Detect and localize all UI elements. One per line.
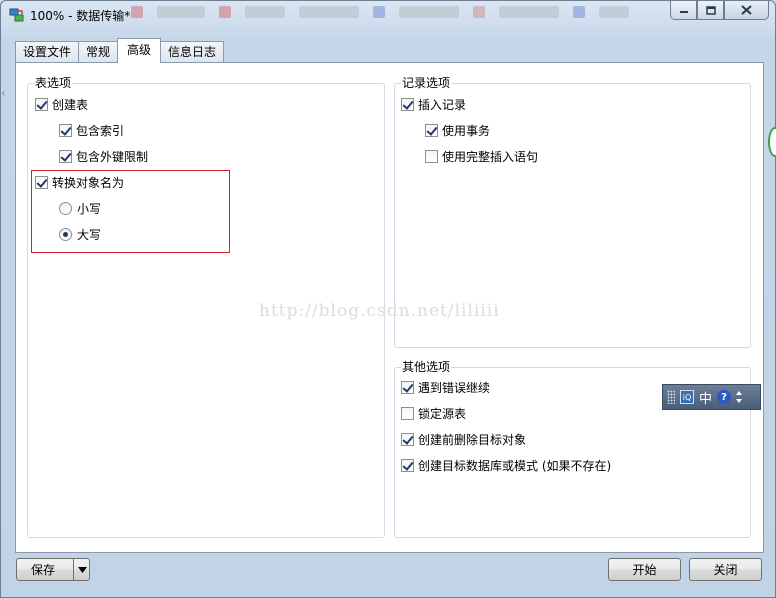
insert-records-label: 插入记录 bbox=[418, 97, 467, 112]
close-window-button[interactable] bbox=[724, 1, 769, 20]
tab-general[interactable]: 常规 bbox=[78, 41, 119, 63]
lowercase-label: 小写 bbox=[77, 201, 102, 216]
create-table-option[interactable]: 创建表 bbox=[35, 96, 88, 112]
include-fk-label: 包含外键限制 bbox=[76, 149, 149, 164]
convert-names-label: 转换对象名为 bbox=[52, 175, 125, 190]
drop-before-create-checkbox[interactable] bbox=[401, 432, 414, 446]
window-title: 100% - 数据传输* bbox=[30, 9, 131, 23]
tab-message-log[interactable]: 信息日志 bbox=[160, 41, 225, 63]
tab-profile[interactable]: 设置文件 bbox=[15, 41, 80, 63]
include-fk-checkbox[interactable] bbox=[59, 149, 72, 163]
data-transfer-icon bbox=[9, 8, 24, 22]
include-index-checkbox[interactable] bbox=[59, 123, 72, 137]
complete-insert-option[interactable]: 使用完整插入语句 bbox=[425, 148, 538, 164]
background-taskbar-ghost bbox=[131, 3, 661, 21]
create-table-checkbox[interactable] bbox=[35, 97, 48, 111]
use-transaction-checkbox[interactable] bbox=[425, 123, 438, 137]
minimize-button[interactable] bbox=[670, 1, 697, 20]
tab-advanced[interactable]: 高级 bbox=[117, 38, 162, 63]
start-label: 开始 bbox=[632, 563, 657, 577]
create-target-db-checkbox[interactable] bbox=[401, 458, 414, 472]
minimize-icon bbox=[679, 11, 688, 13]
ime-mode[interactable]: 中 bbox=[699, 388, 712, 407]
complete-insert-checkbox[interactable] bbox=[425, 149, 438, 163]
complete-insert-label: 使用完整插入语句 bbox=[442, 149, 539, 164]
lowercase-option[interactable]: 小写 bbox=[59, 200, 101, 216]
start-button[interactable]: 开始 bbox=[608, 558, 681, 581]
continue-on-error-checkbox[interactable] bbox=[401, 380, 414, 394]
include-fk-option[interactable]: 包含外键限制 bbox=[59, 148, 148, 164]
watermark: http://blog.csdn.net/liliiii bbox=[259, 301, 500, 321]
side-widget-icon[interactable] bbox=[768, 127, 776, 157]
maximize-button[interactable] bbox=[697, 1, 724, 20]
ime-menu-icon[interactable] bbox=[736, 390, 743, 404]
uppercase-label: 大写 bbox=[77, 227, 102, 242]
ime-toolbar[interactable]: iQ 中 ? bbox=[662, 384, 761, 410]
create-target-db-label: 创建目标数据库或模式 (如果不存在) bbox=[418, 458, 612, 473]
app-window: 100% - 数据传输* ‹ 设置文件 常规 高级 信息日志 表选项 创建表 包… bbox=[0, 0, 776, 598]
uppercase-option[interactable]: 大写 bbox=[59, 226, 101, 242]
continue-on-error-option[interactable]: 遇到错误继续 bbox=[401, 379, 490, 395]
lock-source-option[interactable]: 锁定源表 bbox=[401, 405, 466, 421]
lock-source-checkbox[interactable] bbox=[401, 406, 414, 420]
title-bar: 100% - 数据传输* bbox=[1, 1, 775, 29]
window-controls bbox=[670, 1, 769, 20]
tab-strip: 设置文件 常规 高级 信息日志 bbox=[15, 38, 225, 63]
close-button[interactable]: 关闭 bbox=[689, 558, 762, 581]
use-transaction-option[interactable]: 使用事务 bbox=[425, 122, 490, 138]
insert-records-checkbox[interactable] bbox=[401, 97, 414, 111]
convert-names-checkbox[interactable] bbox=[35, 175, 48, 189]
ime-logo-icon[interactable]: iQ bbox=[680, 390, 694, 404]
create-table-label: 创建表 bbox=[52, 97, 89, 112]
use-transaction-label: 使用事务 bbox=[442, 123, 491, 138]
help-icon[interactable]: ? bbox=[717, 390, 732, 404]
drop-before-create-label: 创建前删除目标对象 bbox=[418, 432, 527, 447]
insert-records-option[interactable]: 插入记录 bbox=[401, 96, 466, 112]
save-dropdown-arrow[interactable] bbox=[73, 559, 90, 580]
uppercase-radio[interactable] bbox=[59, 227, 72, 241]
include-index-option[interactable]: 包含索引 bbox=[59, 122, 124, 138]
collapse-left-icon[interactable]: ‹ bbox=[1, 86, 6, 100]
record-options-title: 记录选项 bbox=[401, 75, 452, 91]
create-target-db-option[interactable]: 创建目标数据库或模式 (如果不存在) bbox=[401, 457, 611, 473]
continue-on-error-label: 遇到错误继续 bbox=[418, 380, 491, 395]
close-label: 关闭 bbox=[713, 563, 738, 577]
convert-names-option[interactable]: 转换对象名为 bbox=[35, 174, 124, 190]
drop-before-create-option[interactable]: 创建前删除目标对象 bbox=[401, 431, 526, 447]
save-split-button[interactable]: 保存 bbox=[16, 558, 90, 581]
maximize-icon bbox=[705, 5, 716, 15]
chevron-down-icon bbox=[77, 566, 87, 573]
save-label: 保存 bbox=[31, 563, 56, 577]
drag-handle-icon[interactable] bbox=[667, 390, 675, 404]
other-options-title: 其他选项 bbox=[401, 359, 452, 375]
table-options-title: 表选项 bbox=[34, 75, 73, 91]
include-index-label: 包含索引 bbox=[76, 123, 125, 138]
lock-source-label: 锁定源表 bbox=[418, 406, 467, 421]
close-icon bbox=[741, 5, 752, 15]
advanced-tab-page: 表选项 创建表 包含索引 包含外键限制 转换对象名为 小写 大写 记录选项 插入… bbox=[15, 62, 764, 553]
lowercase-radio[interactable] bbox=[59, 201, 72, 215]
